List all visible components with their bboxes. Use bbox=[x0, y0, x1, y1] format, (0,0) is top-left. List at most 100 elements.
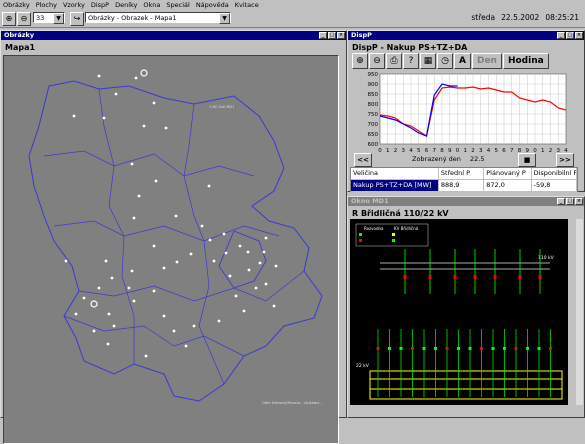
substation-dot bbox=[97, 74, 101, 78]
zoom-out-icon[interactable]: ⊖ bbox=[369, 53, 385, 69]
menu-item[interactable]: DispP bbox=[88, 0, 112, 10]
substation-dot bbox=[272, 304, 276, 308]
schema-window-titlebar[interactable]: Okno MD1 _ □ × bbox=[348, 197, 584, 206]
map-window-title: Obrázky bbox=[4, 31, 35, 39]
day-nav: << Zobrazený den 22.5 ■ >> bbox=[352, 153, 574, 167]
table-row[interactable]: Nakup PS+TZ+DA [MW] 888,9 872,0 -59,8 bbox=[351, 180, 578, 192]
substation-dot bbox=[162, 266, 166, 270]
substation-dot bbox=[107, 312, 111, 316]
hodina-button[interactable]: Hodina bbox=[502, 53, 549, 69]
close-icon[interactable]: × bbox=[575, 32, 583, 39]
district-boundary bbox=[78, 270, 305, 302]
zoom-out-icon[interactable]: ⊖ bbox=[17, 12, 31, 26]
menu-item[interactable]: Okna bbox=[140, 0, 163, 10]
clock: středa 22.5.2002 08:25:21 bbox=[465, 13, 579, 22]
minimize-icon[interactable]: _ bbox=[557, 198, 565, 205]
schema-scrollbar[interactable] bbox=[576, 219, 583, 405]
zoom-in-icon[interactable]: ⊕ bbox=[352, 53, 368, 69]
menu-item[interactable]: Speciál bbox=[163, 0, 192, 10]
schema-window-title: Okno MD1 bbox=[351, 197, 389, 205]
substation-dot bbox=[152, 244, 156, 248]
y-tick-label: 800 bbox=[368, 102, 379, 108]
menu-item[interactable]: Kvitace bbox=[232, 0, 262, 10]
col-header: Plánovaný P bbox=[484, 168, 532, 179]
breaker bbox=[518, 275, 522, 279]
table-icon[interactable]: ▦ bbox=[420, 53, 436, 69]
substation-dot bbox=[238, 244, 242, 248]
legend-rozvodna: Rozvodna bbox=[364, 226, 384, 231]
menu-item[interactable]: Deníky bbox=[112, 0, 140, 10]
map-tab[interactable]: Mapa1 bbox=[1, 40, 346, 55]
minimize-icon[interactable]: _ bbox=[557, 32, 565, 39]
schema-canvas[interactable]: Rozvodna KV Břidličná 110 kV 22 kV bbox=[350, 219, 568, 405]
substation-dot bbox=[152, 101, 156, 105]
close-icon[interactable]: × bbox=[337, 32, 345, 39]
breaker bbox=[434, 347, 437, 350]
font-a-button[interactable]: A bbox=[454, 53, 471, 69]
feeders-110 bbox=[403, 249, 542, 294]
map-svg: 2 NC Ústí MD1 Obec Březová/Morava - zkuš… bbox=[28, 69, 323, 405]
minimize-icon[interactable]: _ bbox=[319, 32, 327, 39]
maximize-icon[interactable]: □ bbox=[566, 198, 574, 205]
substation-dot bbox=[142, 124, 146, 128]
substation-dot bbox=[174, 214, 178, 218]
substation-dot bbox=[224, 251, 228, 255]
stop-button[interactable]: ■ bbox=[518, 153, 536, 167]
zoom-value: 33 bbox=[36, 14, 45, 22]
zoom-in-icon[interactable]: ⊕ bbox=[2, 12, 16, 26]
breaker bbox=[388, 347, 391, 350]
substation-dot bbox=[192, 324, 196, 328]
clock-time: 08:25:21 bbox=[545, 13, 579, 22]
menu-item[interactable]: Obrázky bbox=[0, 0, 33, 10]
breaker bbox=[422, 347, 426, 350]
go-icon[interactable]: ↪ bbox=[70, 12, 84, 26]
substation-dot bbox=[92, 329, 96, 333]
substation-dot bbox=[137, 194, 141, 198]
substation-dot bbox=[72, 114, 76, 118]
view-select[interactable]: Obrázky - Obrazek - Mapa1 ▼ bbox=[85, 12, 231, 24]
map-label-top: 2 NC Ústí MD1 bbox=[209, 104, 234, 109]
table-header-row: Veličina Střední P Plánovaný P Disponibi… bbox=[351, 168, 578, 180]
disp-toolbar: ⊕ ⊖ ⎙ ? ▦ ◷ A Den Hodina bbox=[352, 53, 549, 69]
menu-bar: Obrázky Plochy Vzorky DispP Deníky Okna Speciá… bbox=[0, 0, 585, 10]
print-icon[interactable]: ⎙ bbox=[386, 53, 402, 69]
prev-day-button[interactable]: << bbox=[354, 153, 372, 167]
bus-22-frame bbox=[369, 370, 563, 400]
substation-dot bbox=[274, 264, 278, 268]
maximize-icon[interactable]: □ bbox=[566, 32, 574, 39]
district-boundary bbox=[43, 150, 255, 177]
substation-dot bbox=[106, 342, 110, 346]
substation-dot bbox=[82, 296, 86, 300]
substation-dot bbox=[74, 312, 78, 316]
close-icon[interactable]: × bbox=[575, 198, 583, 205]
schema-svg: Rozvodna KV Břidličná 110 kV 22 kV bbox=[355, 223, 563, 400]
menu-item[interactable]: Plochy bbox=[33, 0, 60, 10]
zoom-select[interactable]: 33 ▼ bbox=[33, 12, 65, 24]
den-button[interactable]: Den bbox=[471, 53, 502, 69]
next-day-button[interactable]: >> bbox=[556, 153, 574, 167]
substation-dot bbox=[217, 319, 221, 323]
breaker bbox=[491, 347, 495, 350]
y-tick-label: 950 bbox=[368, 72, 379, 78]
substation-dot bbox=[144, 354, 148, 358]
chevron-down-icon[interactable]: ▼ bbox=[53, 13, 64, 24]
help-icon[interactable]: ? bbox=[403, 53, 419, 69]
map-window-titlebar[interactable]: Obrázky _ □ × bbox=[1, 31, 346, 40]
substation-dot bbox=[200, 224, 204, 228]
bus-22-label: 22 kV bbox=[356, 363, 370, 369]
region-boundary bbox=[28, 80, 323, 402]
map-label-bottom: Obec Březová/Morava - zkušební... bbox=[262, 401, 323, 405]
disp-window-titlebar[interactable]: DispP _ □ × bbox=[348, 31, 584, 40]
map-canvas[interactable]: 2 NC Ústí MD1 Obec Březová/Morava - zkuš… bbox=[3, 55, 339, 444]
maximize-icon[interactable]: □ bbox=[328, 32, 336, 39]
clock-icon[interactable]: ◷ bbox=[437, 53, 453, 69]
menu-item[interactable]: Nápověda bbox=[193, 0, 232, 10]
substation-ring bbox=[140, 69, 148, 77]
substation-dot bbox=[132, 216, 136, 220]
substation-ring bbox=[90, 300, 98, 308]
menu-item[interactable]: Vzorky bbox=[60, 0, 88, 10]
chevron-down-icon[interactable]: ▼ bbox=[219, 13, 230, 24]
table-cell: 872,0 bbox=[484, 180, 532, 191]
breaker bbox=[445, 347, 449, 350]
substation-dot bbox=[102, 116, 106, 120]
